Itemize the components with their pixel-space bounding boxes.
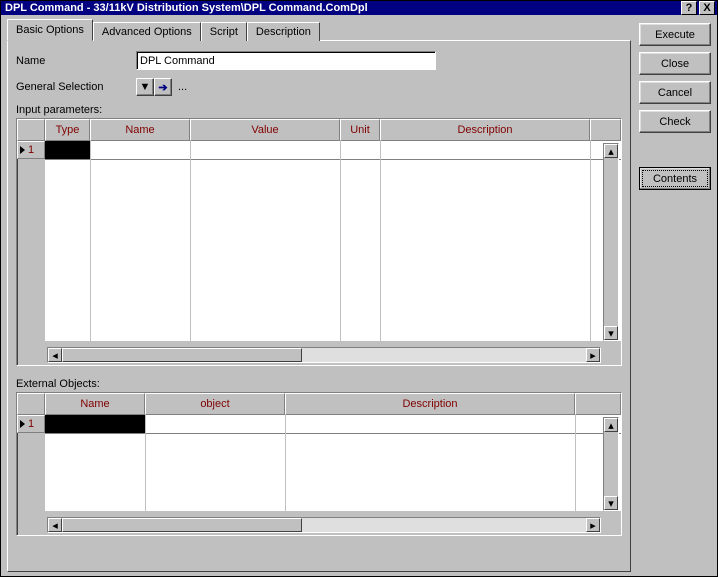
grid-line (340, 141, 341, 341)
chevron-down-icon: ▼ (140, 81, 151, 93)
scroll-right-button[interactable]: ▸ (586, 348, 600, 362)
chevron-left-icon: ◂ (52, 519, 58, 532)
close-window-button[interactable]: X (699, 1, 715, 15)
grid1-row-divider (45, 159, 621, 160)
grid2-header-description[interactable]: Description (285, 393, 575, 415)
chevron-up-icon: ▴ (608, 419, 614, 432)
dropdown-button[interactable]: ▼ (136, 78, 154, 96)
contents-button[interactable]: Contents (639, 167, 711, 190)
scroll-up-button[interactable]: ▴ (604, 418, 618, 432)
help-button[interactable]: ? (681, 1, 697, 15)
execute-button[interactable]: Execute (639, 23, 711, 46)
grid2-header-row: Name object Description (17, 393, 621, 415)
check-button[interactable]: Check (639, 110, 711, 133)
chevron-down-icon: ▾ (608, 327, 614, 340)
scroll-left-button[interactable]: ◂ (48, 518, 62, 532)
close-icon: X (703, 2, 710, 14)
main-panel: Basic Options Advanced Options Script De… (1, 15, 637, 576)
grid1-header-unit[interactable]: Unit (340, 119, 380, 141)
grid1-header-name[interactable]: Name (90, 119, 190, 141)
chevron-right-icon: ▸ (590, 349, 596, 362)
grid2-header-corner (17, 393, 45, 415)
input-parameters-label: Input parameters: (16, 104, 622, 116)
go-button[interactable]: ➔ (154, 78, 172, 96)
chevron-right-icon: ▸ (590, 519, 596, 532)
title-bar: DPL Command - 33/11kV Distribution Syste… (1, 1, 717, 15)
grid-line (590, 141, 591, 341)
scroll-thumb[interactable] (62, 348, 302, 362)
scroll-down-button[interactable]: ▾ (604, 326, 618, 340)
grid2-row-headers: 1 (17, 415, 45, 511)
dialog-body: Basic Options Advanced Options Script De… (1, 15, 717, 576)
button-gap (639, 139, 711, 161)
tab-basic-options[interactable]: Basic Options (7, 19, 93, 41)
general-selection-label: General Selection (16, 81, 136, 93)
external-objects-label: External Objects: (16, 378, 622, 390)
grid1-header-corner (17, 119, 45, 141)
grid1-header-row: Type Name Value Unit Description (17, 119, 621, 141)
grid-line (190, 141, 191, 341)
grid-line (90, 141, 91, 341)
cancel-button[interactable]: Cancel (639, 81, 711, 104)
window-title: DPL Command - 33/11kV Distribution Syste… (3, 2, 679, 14)
grid-line (575, 415, 576, 511)
tab-description[interactable]: Description (247, 22, 320, 41)
grid2-vertical-scrollbar[interactable]: ▴ ▾ (603, 417, 619, 511)
grid2-horizontal-scrollbar[interactable]: ◂ ▸ (47, 517, 601, 533)
current-row-icon (20, 420, 25, 428)
name-input[interactable] (136, 51, 436, 70)
grid1-header-value[interactable]: Value (190, 119, 340, 141)
scroll-left-button[interactable]: ◂ (48, 348, 62, 362)
grid1-horizontal-scrollbar[interactable]: ◂ ▸ (47, 347, 601, 363)
grid2-row-divider (45, 433, 621, 434)
grid2-header-spacer (575, 393, 621, 415)
scroll-thumb[interactable] (62, 518, 302, 532)
general-selection-controls: ▼ ➔ (136, 78, 172, 96)
dialog-window: DPL Command - 33/11kV Distribution Syste… (0, 0, 718, 577)
chevron-left-icon: ◂ (52, 349, 58, 362)
grid1-header-spacer (590, 119, 621, 141)
grid1-cells[interactable] (45, 141, 621, 341)
button-panel: Execute Close Cancel Check Contents (637, 15, 717, 576)
grid-line (285, 415, 286, 511)
tab-advanced-options[interactable]: Advanced Options (93, 22, 201, 41)
row-name: Name (16, 51, 622, 70)
arrow-right-icon: ➔ (158, 81, 167, 94)
scroll-down-button[interactable]: ▾ (604, 496, 618, 510)
tab-body: Name General Selection ▼ ➔ ... Input par… (7, 40, 631, 572)
grid1-vertical-scrollbar[interactable]: ▴ ▾ (603, 143, 619, 341)
grid-line (380, 141, 381, 341)
tab-script[interactable]: Script (201, 22, 247, 41)
grid1-header-description[interactable]: Description (380, 119, 590, 141)
grid2-header-name[interactable]: Name (45, 393, 145, 415)
grid2-row-1-header[interactable]: 1 (17, 415, 45, 433)
grid2-active-cell[interactable] (45, 415, 145, 433)
name-label: Name (16, 55, 136, 67)
close-button[interactable]: Close (639, 52, 711, 75)
external-objects-grid[interactable]: Name object Description 1 (16, 392, 622, 536)
current-row-icon (20, 146, 25, 154)
grid2-cells[interactable] (45, 415, 621, 511)
grid1-header-type[interactable]: Type (45, 119, 90, 141)
scroll-right-button[interactable]: ▸ (586, 518, 600, 532)
grid1-body: 1 (17, 141, 621, 341)
grid2-body: 1 (17, 415, 621, 511)
grid1-row-headers: 1 (17, 141, 45, 341)
grid-line (145, 415, 146, 511)
row-general-selection: General Selection ▼ ➔ ... (16, 78, 622, 96)
grid1-row-1-header[interactable]: 1 (17, 141, 45, 159)
chevron-down-icon: ▾ (608, 497, 614, 510)
grid1-active-cell[interactable] (45, 141, 90, 159)
scroll-up-button[interactable]: ▴ (604, 144, 618, 158)
input-parameters-grid[interactable]: Type Name Value Unit Description 1 (16, 118, 622, 366)
tab-strip: Basic Options Advanced Options Script De… (7, 19, 631, 40)
help-icon: ? (686, 2, 693, 14)
general-selection-ellipsis: ... (178, 81, 187, 93)
chevron-up-icon: ▴ (608, 145, 614, 158)
grid2-header-object[interactable]: object (145, 393, 285, 415)
